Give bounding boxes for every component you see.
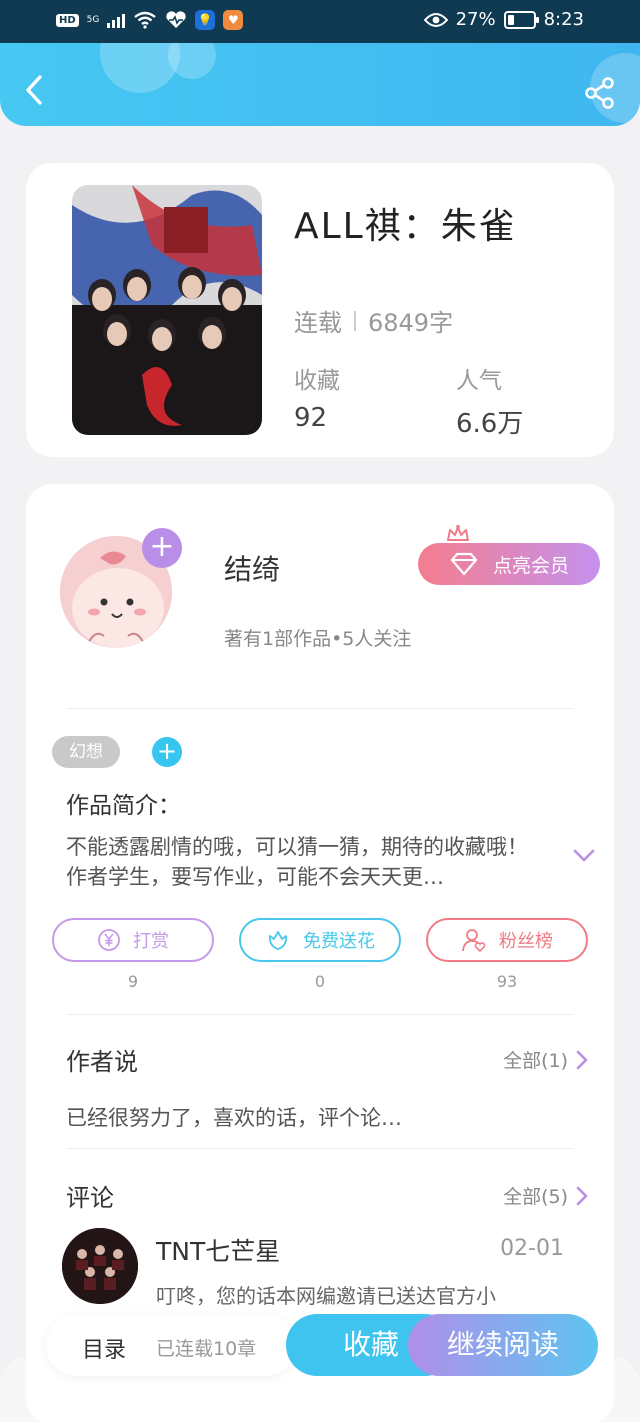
genre-tag[interactable]: 幻想 [52,736,120,768]
commenter-name[interactable]: TNT七芒星 [156,1232,280,1268]
fan-user-icon [462,929,486,953]
author-says-more-label: 全部(1) [503,1050,568,1072]
status-left: HD 5G 💡 ♥ [56,10,244,30]
author-says-title: 作者说 [66,1048,138,1076]
comments-more[interactable]: 全部(5) [503,1182,588,1209]
book-title: ALL祺：朱雀 [294,206,517,247]
send-flower-label: 免费送花 [303,931,375,952]
flower-count: 0 [314,972,326,991]
book-info-card: ALL祺：朱雀 连载 6849字 收藏 92 人气 6.6万 [26,163,614,457]
comment-date: 02-01 [500,1236,564,1261]
favorites-label: 收藏 [294,368,340,394]
reward-label: 打赏 [133,931,169,952]
clock-time: 8:23 [543,9,584,30]
serial-chapters: 已连载10章 [156,1338,257,1360]
book-cover[interactable] [72,185,262,435]
wifi-icon [134,11,157,29]
reward-count: 9 [127,972,139,991]
intro-title: 作品简介： [66,793,181,819]
vip-button[interactable]: 点亮会员 [418,543,600,585]
popularity-label: 人气 [456,368,502,394]
battery-percent: 27% [455,9,496,30]
word-count: 6849字 [368,309,454,337]
status-bar: HD 5G 💡 ♥ 27% 8:23 [0,0,640,43]
fan-ranking-button[interactable]: 粉丝榜 [426,918,588,962]
heart-rate-icon [166,11,187,29]
diamond-icon [450,552,478,576]
continue-reading-button[interactable]: 继续阅读 [408,1314,598,1376]
network-type: 5G [86,14,100,25]
chevron-down-icon[interactable] [572,848,596,864]
crown-icon [447,524,469,541]
decor-bubble [168,43,216,79]
toc-button[interactable]: 目录 [82,1332,126,1364]
reward-button[interactable]: 打赏 [52,918,214,962]
share-icon[interactable] [580,73,620,113]
divider [66,708,574,709]
separator [354,310,356,331]
serial-status: 连载 [294,309,342,337]
author-says-more[interactable]: 全部(1) [503,1046,588,1073]
status-right: 27% 8:23 [423,9,584,30]
author-says-text[interactable]: 已经很努力了，喜欢的话，评个论… [66,1102,402,1132]
battery-icon [503,10,539,29]
author-name[interactable]: 结绮 [224,548,280,588]
chevron-right-icon [576,1186,588,1205]
add-tag-button[interactable]: + [152,737,182,767]
divider [66,1014,574,1015]
fan-ranking-label: 粉丝榜 [499,931,553,952]
vip-label: 点亮会员 [492,554,569,577]
divider [66,1148,574,1149]
fan-count: 93 [496,972,518,991]
comments-title: 评论 [66,1184,114,1212]
orange-app-icon: ♥ [223,10,244,30]
flower-icon [269,931,287,950]
popularity-value: 6.6万 [456,409,524,439]
top-header [0,43,640,126]
author-meta: 著有1部作品•5人关注 [224,628,412,650]
serial-row: 连载 6849字 [294,303,453,338]
details-card: + 结绮 著有1部作品•5人关注 点亮会员 幻想 + 作品简介： 不能透露剧情的… [26,484,614,1422]
commenter-avatar[interactable] [62,1228,138,1304]
hd-badge: HD [56,13,79,27]
bulb-app-icon: 💡 [195,10,216,30]
favorites-value: 92 [294,403,328,433]
chevron-left-icon[interactable] [18,73,52,107]
eye-icon [423,12,448,27]
bottom-action-bar: 目录 已连载10章 收藏 继续阅读 [0,1300,640,1422]
intro-text: 不能透露剧情的哦，可以猜一猜，期待的收藏哦！作者学生，要写作业，可能不会天天更… [66,835,528,889]
comments-more-label: 全部(5) [503,1186,568,1208]
chevron-right-icon [576,1050,588,1069]
send-flower-button[interactable]: 免费送花 [239,918,401,962]
follow-author-button[interactable]: + [142,528,182,568]
yuan-coin-icon [98,929,120,951]
signal-icon [107,12,126,28]
